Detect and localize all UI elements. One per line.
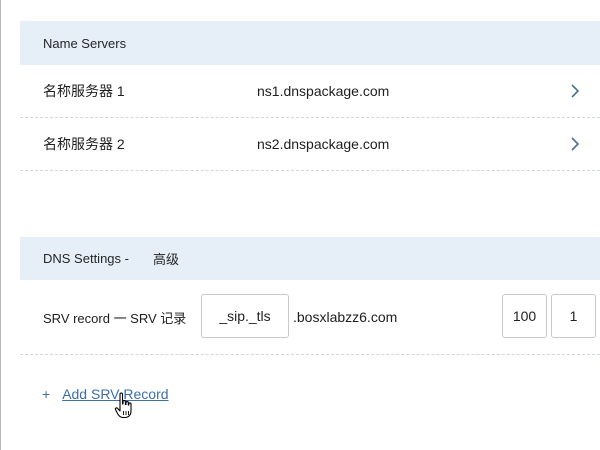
name-servers-header: Name Servers	[20, 21, 600, 65]
name-servers-title: Name Servers	[43, 35, 127, 51]
chevron-right-icon[interactable]	[568, 136, 582, 152]
name-server-1-label: 名称服务器 1	[43, 83, 125, 99]
name-server-row-2[interactable]: 名称服务器 2 ns2.dnspackage.com	[20, 118, 600, 171]
dns-settings-header: DNS Settings - 高级	[20, 237, 600, 280]
name-server-row-1[interactable]: 名称服务器 1 ns1.dnspackage.com	[20, 65, 600, 118]
name-server-2-value: ns2.dnspackage.com	[257, 136, 390, 152]
dns-settings-title: DNS Settings -	[43, 251, 129, 266]
chevron-right-icon[interactable]	[568, 83, 582, 99]
plus-icon: +	[42, 386, 51, 402]
srv-priority-field[interactable]	[502, 294, 547, 338]
srv-weight-field[interactable]	[551, 294, 596, 338]
frame-border	[0, 0, 1, 450]
hand-pointer-cursor-icon	[114, 392, 134, 425]
dns-settings-title-suffix: 高级	[152, 252, 179, 267]
srv-record-row: SRV record 一 SRV 记录 .bosxlabzz6.com	[20, 280, 600, 355]
add-srv-record-link[interactable]: + Add SRV Record	[42, 386, 169, 402]
name-server-1-value: ns1.dnspackage.com	[257, 83, 390, 99]
srv-service-field[interactable]	[201, 294, 289, 338]
srv-record-label: SRV record 一 SRV 记录	[43, 310, 187, 326]
srv-domain-suffix: .bosxlabzz6.com	[293, 309, 398, 325]
name-server-2-label: 名称服务器 2	[43, 136, 125, 152]
